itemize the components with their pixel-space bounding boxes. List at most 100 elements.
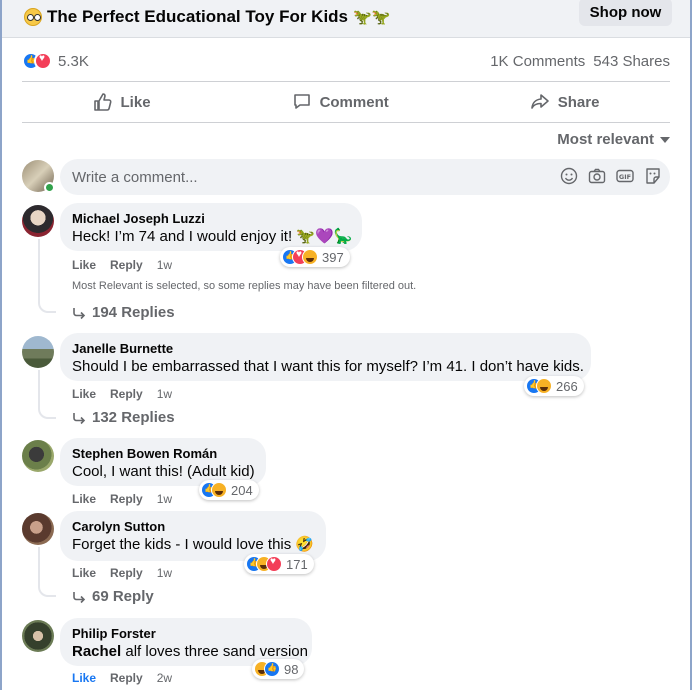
commenter-name[interactable]: Michael Joseph Luzzi — [72, 211, 350, 227]
comment-timestamp[interactable]: 1w — [157, 258, 172, 272]
smiley-icon[interactable] — [560, 167, 578, 185]
view-replies-link[interactable]: 69 Reply — [72, 588, 154, 605]
comment-reaction-count: 204 — [231, 482, 253, 498]
share-button[interactable]: Share — [530, 92, 600, 112]
thread-connector — [38, 239, 56, 313]
comment-reply-link[interactable]: Reply — [110, 258, 143, 272]
comment-reactions-badge[interactable]: 98 — [252, 659, 305, 679]
post-stats: 5.3K 1K Comments 543 Shares — [22, 48, 670, 74]
comment-text-rest: alf loves three sand version — [121, 643, 308, 660]
comment-bubble: Michael Joseph Luzzi Heck! I’m 74 and I … — [60, 203, 362, 251]
comment-reaction-count: 171 — [286, 556, 308, 572]
commenter-avatar[interactable] — [22, 336, 54, 368]
reply-arrow-icon — [73, 591, 86, 603]
reaction-count: 5.3K — [58, 52, 89, 70]
comment-text: Cool, I want this! (Adult kid) — [72, 463, 255, 480]
divider — [22, 122, 670, 123]
commenter-avatar[interactable] — [22, 620, 54, 652]
comment-item: Stephen Bowen Román Cool, I want this! (… — [22, 438, 670, 508]
comment-timestamp[interactable]: 2w — [157, 671, 172, 685]
sort-label: Most relevant — [557, 131, 654, 148]
comment-item: Janelle Burnette Should I be embarrassed… — [22, 333, 670, 433]
comment-button[interactable]: Comment — [292, 92, 389, 112]
comment-reaction-count: 98 — [284, 661, 299, 677]
reaction-icons — [201, 482, 227, 498]
shop-now-button[interactable]: Shop now — [579, 0, 672, 26]
commenter-avatar[interactable] — [22, 205, 54, 237]
comment-text: Forget the kids - I would love this 🤣 — [72, 536, 315, 553]
dinosaur-emoji-icon: 🦖🦖 — [353, 9, 391, 26]
comment-meta: Like Reply 1w — [72, 258, 172, 272]
squinting-face-emoji-icon — [24, 8, 42, 26]
comment-sort-dropdown[interactable]: Most relevant — [557, 131, 670, 148]
engagement-counts: 1K Comments 543 Shares — [490, 53, 670, 70]
comments-count-link[interactable]: 1K Comments — [490, 53, 585, 70]
camera-icon[interactable] — [588, 167, 606, 185]
comment-reply-link[interactable]: Reply — [110, 492, 143, 506]
comment-reactions-badge[interactable]: 171 — [244, 554, 314, 574]
comment-meta: Like Reply 1w — [72, 566, 172, 580]
thumbs-up-icon — [93, 93, 112, 111]
view-replies-link[interactable]: 194 Replies — [72, 304, 175, 321]
comment-timestamp[interactable]: 1w — [157, 566, 172, 580]
online-status-icon — [44, 182, 55, 193]
comment-meta: Like Reply 1w — [72, 387, 172, 401]
comment-meta: Like Reply 1w — [72, 492, 172, 506]
thread-connector — [38, 547, 56, 597]
replies-count: 132 Replies — [92, 409, 175, 426]
like-button[interactable]: Like — [93, 92, 151, 112]
comment-reactions-badge[interactable]: 204 — [199, 480, 259, 500]
comment-item: Philip Forster Rachel alf loves three sa… — [22, 618, 670, 690]
caret-down-icon — [660, 136, 670, 143]
comment-reaction-count: 397 — [322, 249, 344, 265]
comment-like-link[interactable]: Like — [72, 671, 96, 685]
composer-toolbar: GIF — [560, 167, 662, 185]
comment-text: Should I be embarrassed that I want this… — [72, 358, 584, 375]
comment-like-link[interactable]: Like — [72, 258, 96, 272]
comment-like-link[interactable]: Like — [72, 387, 96, 401]
comment-like-link[interactable]: Like — [72, 492, 96, 506]
love-reaction-icon — [266, 556, 282, 572]
commenter-name[interactable]: Carolyn Sutton — [72, 519, 314, 535]
commenter-avatar[interactable] — [22, 440, 54, 472]
comment-bubble-icon — [293, 94, 310, 109]
comment-timestamp[interactable]: 1w — [157, 387, 172, 401]
comment-text: Heck! I’m 74 and I would enjoy it! 🦖💜🦕 — [72, 228, 353, 245]
reaction-icons — [526, 378, 552, 394]
ad-title[interactable]: The Perfect Educational Toy For Kids 🦖🦖 — [24, 7, 390, 27]
haha-reaction-icon — [536, 378, 552, 394]
comment-bubble: Janelle Burnette Should I be embarrassed… — [60, 333, 591, 381]
reaction-summary[interactable]: 5.3K — [22, 52, 89, 70]
comment-reply-link[interactable]: Reply — [110, 566, 143, 580]
comment-item: Michael Joseph Luzzi Heck! I’m 74 and I … — [22, 203, 670, 328]
shares-count-link[interactable]: 543 Shares — [593, 53, 670, 70]
view-replies-link[interactable]: 132 Replies — [72, 409, 175, 426]
divider — [22, 81, 670, 82]
tagged-user-link[interactable]: Rachel — [72, 643, 121, 660]
comment-like-link[interactable]: Like — [72, 566, 96, 580]
reaction-icons — [282, 249, 318, 265]
comment-reply-link[interactable]: Reply — [110, 387, 143, 401]
reaction-icons — [254, 661, 280, 677]
comment-reactions-badge[interactable]: 397 — [280, 247, 350, 267]
commenter-name[interactable]: Stephen Bowen Román — [72, 446, 254, 462]
filter-notice: Most Relevant is selected, so some repli… — [72, 280, 417, 292]
comment-reactions-badge[interactable]: 266 — [524, 376, 584, 396]
ad-title-text: The Perfect Educational Toy For Kids — [47, 7, 349, 26]
share-label: Share — [557, 93, 600, 111]
reply-arrow-icon — [73, 412, 86, 424]
gif-icon[interactable]: GIF — [616, 167, 634, 185]
replies-count: 194 Replies — [92, 304, 175, 321]
comment-timestamp[interactable]: 1w — [157, 492, 172, 506]
comment-item: Carolyn Sutton Forget the kids - I would… — [22, 511, 670, 611]
comment-composer: GIF — [22, 159, 670, 195]
comment-bubble: Stephen Bowen Román Cool, I want this! (… — [60, 438, 266, 486]
commenter-name[interactable]: Philip Forster — [72, 626, 300, 642]
sticker-icon[interactable] — [644, 167, 662, 185]
commenter-avatar[interactable] — [22, 513, 54, 545]
commenter-name[interactable]: Janelle Burnette — [72, 341, 579, 357]
reaction-icons — [22, 52, 52, 70]
haha-reaction-icon — [211, 482, 227, 498]
comment-reply-link[interactable]: Reply — [110, 671, 143, 685]
thread-connector — [38, 370, 56, 419]
